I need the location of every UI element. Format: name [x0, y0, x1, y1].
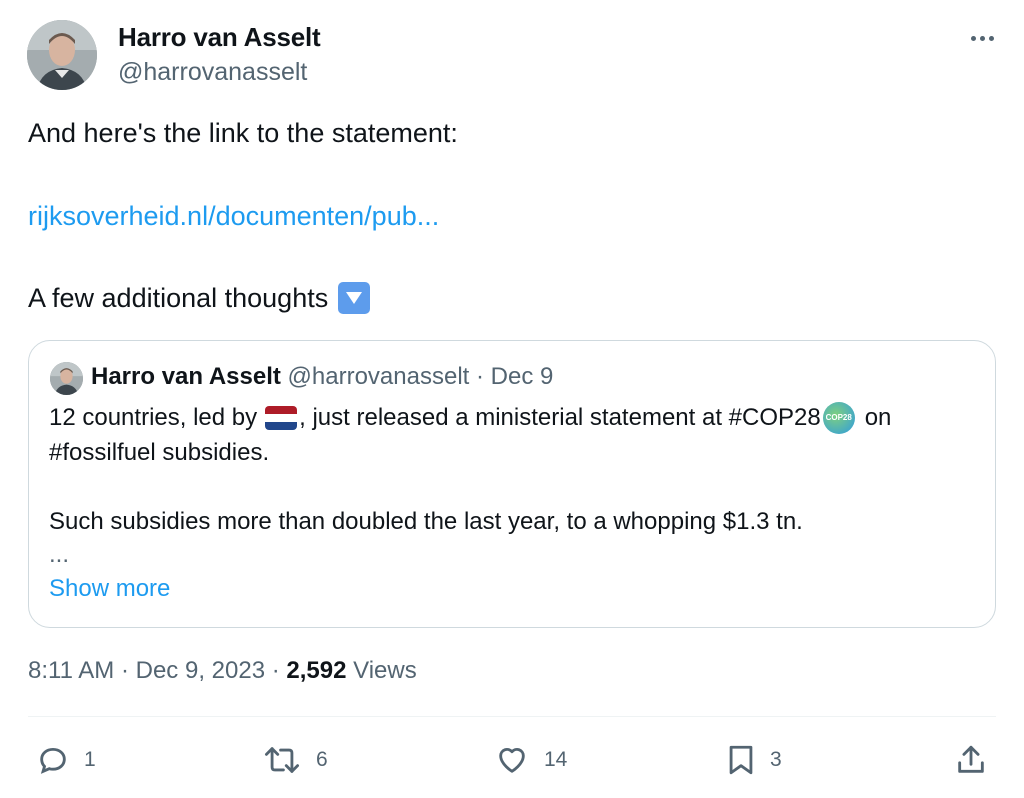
bookmark-count: 3: [770, 748, 782, 771]
quoted-text: 12 countries, led by: [49, 404, 258, 431]
netherlands-flag-icon: [265, 406, 298, 430]
down-arrow-button-icon: [338, 282, 371, 314]
quoted-tweet[interactable]: Harro van Asselt @harrovanasselt · Dec 9…: [28, 340, 996, 628]
tweet-card: Harro van Asselt @harrovanasselt And her…: [0, 0, 1024, 798]
quoted-author-name[interactable]: Harro van Asselt: [91, 363, 281, 390]
tweet-time[interactable]: 8:11 AM: [28, 657, 114, 684]
share-icon: [958, 745, 984, 773]
separator: ·: [475, 363, 484, 390]
repost-button[interactable]: 6: [262, 740, 328, 780]
repost-count: 6: [316, 748, 328, 771]
author-name[interactable]: Harro van Asselt: [118, 22, 321, 53]
tweet-text-line: A few additional thoughts: [28, 281, 371, 315]
reply-button[interactable]: 1: [36, 740, 96, 780]
reply-count: 1: [84, 748, 96, 771]
quoted-author-handle[interactable]: @harrovanasselt: [288, 363, 470, 390]
tweet-meta: 8:11 AM · Dec 9, 2023 · 2,592 Views: [28, 657, 417, 685]
views-label: Views: [353, 657, 417, 684]
quoted-ellipsis: ...: [49, 541, 70, 568]
avatar[interactable]: [27, 20, 97, 90]
quoted-avatar[interactable]: [50, 362, 83, 395]
quoted-header: Harro van Asselt @harrovanasselt · Dec 9: [91, 363, 553, 391]
repost-icon: [265, 747, 300, 773]
heart-icon: [499, 748, 525, 773]
separator: ·: [271, 657, 280, 684]
show-more-link[interactable]: Show more: [49, 573, 170, 605]
reply-icon: [40, 747, 66, 774]
views-count: 2,592: [286, 657, 347, 684]
quoted-text-line: #fossilfuel subsidies.: [49, 439, 270, 466]
bookmark-button[interactable]: 3: [726, 740, 782, 780]
author-handle[interactable]: @harrovanasselt: [118, 58, 307, 87]
quoted-text-line: 12 countries, led by , just released a m…: [49, 402, 891, 434]
tweet-text: A few additional thoughts: [28, 283, 329, 313]
statement-link[interactable]: rijksoverheid.nl/documenten/pub...: [28, 199, 439, 233]
separator: ·: [120, 657, 129, 684]
cop28-globe-icon: COP28: [822, 402, 855, 434]
like-count: 14: [544, 748, 568, 771]
tweet-date[interactable]: Dec 9, 2023: [136, 657, 265, 684]
like-button[interactable]: 14: [494, 740, 567, 780]
more-options-icon[interactable]: [962, 22, 1002, 54]
quoted-date[interactable]: Dec 9: [491, 363, 554, 390]
bookmark-icon: [729, 745, 753, 775]
quoted-text: , just released a ministerial statement …: [299, 404, 821, 431]
quoted-text-line: Such subsidies more than doubled the las…: [49, 508, 803, 535]
divider: [28, 716, 996, 717]
tweet-text-line: And here's the link to the statement:: [28, 118, 458, 148]
quoted-text: on: [864, 404, 892, 431]
share-button[interactable]: [954, 740, 988, 780]
